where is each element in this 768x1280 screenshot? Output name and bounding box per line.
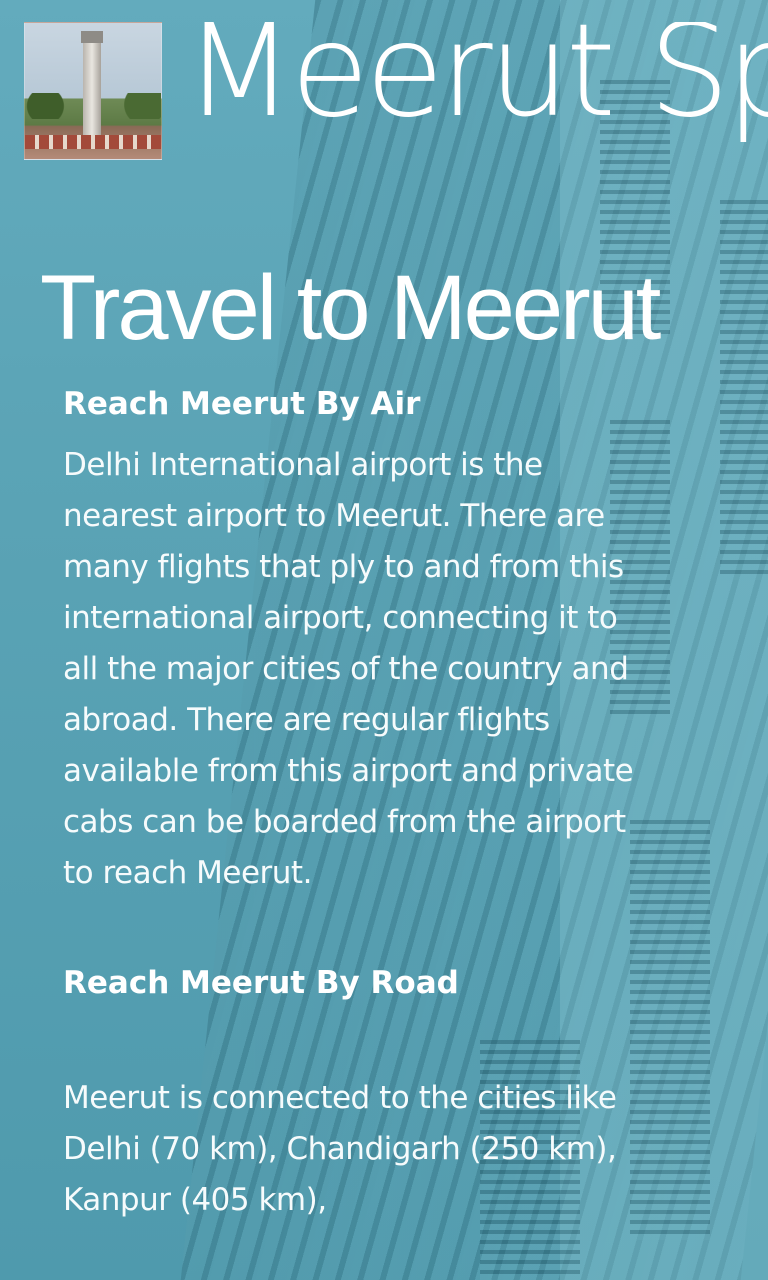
logo-pillar-top [81,31,103,43]
content-scroll-area[interactable]: Reach Meerut By Air Delhi International … [63,382,643,1226]
section-by-air: Reach Meerut By Air Delhi International … [63,382,643,899]
section-heading: Reach Meerut By Air [63,386,421,422]
section-body: Delhi International airport is the neare… [63,447,634,891]
section-body: Meerut is connected to the cities like D… [63,1080,617,1218]
section-heading: Reach Meerut By Road [63,965,459,1001]
logo-wall [25,135,161,149]
section-by-road: Reach Meerut By Road Meerut is connected… [63,961,643,1226]
app-title: Meerut Sp [184,22,768,146]
app-header: Meerut Sp [24,22,768,160]
logo-pillar [83,37,101,137]
app-logo [24,22,162,160]
background-shutter [720,200,768,580]
page-title: Travel to Meerut [40,259,661,357]
